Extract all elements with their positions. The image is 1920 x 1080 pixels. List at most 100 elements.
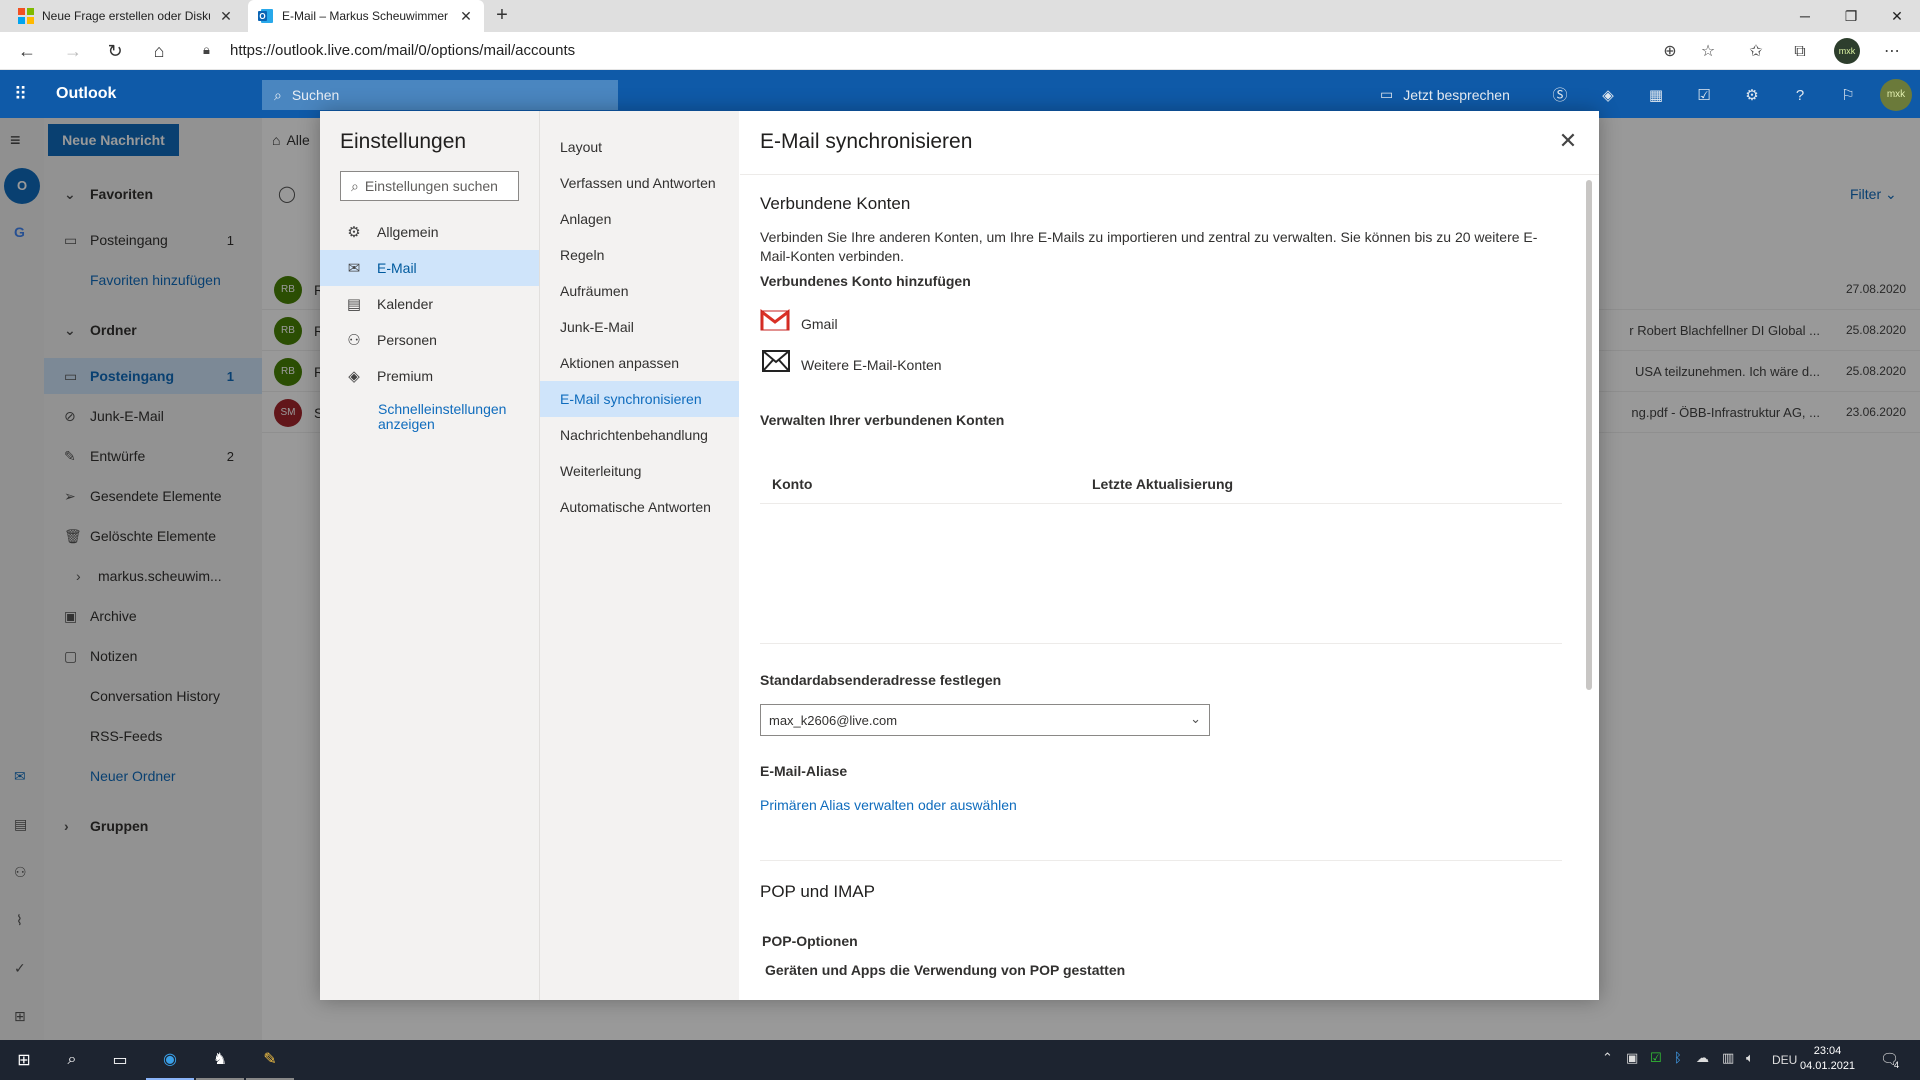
forward-icon[interactable]: → [60, 39, 86, 63]
settings-gear-icon[interactable]: ⚙ [1740, 84, 1764, 108]
browser-profile-avatar[interactable]: mxk [1834, 38, 1860, 64]
account-avatar[interactable]: mxk [1880, 79, 1912, 111]
subcategory-forwarding[interactable]: Weiterleitung [540, 453, 739, 489]
premium-diamond-icon[interactable]: ◈ [1596, 84, 1620, 108]
mail-icon: ✉ [347, 260, 361, 277]
tab-title: Neue Frage erstellen oder Disku [42, 9, 210, 23]
favorite-star-icon[interactable]: ☆ [1696, 40, 1720, 64]
edge-browser-icon[interactable]: ◉ [146, 1040, 194, 1080]
connected-accounts-heading: Verbundene Konten [760, 194, 911, 213]
skype-icon[interactable]: Ⓢ [1548, 84, 1572, 108]
tray-bluetooth-icon[interactable]: ᛒ [1674, 1050, 1682, 1065]
gear-icon: ⚙ [347, 224, 361, 241]
tray-check-icon[interactable]: ☑ [1650, 1050, 1662, 1066]
language-indicator[interactable]: DEU [1772, 1053, 1797, 1067]
microsoft-logo-icon [18, 8, 34, 24]
subcategory-rules[interactable]: Regeln [540, 237, 739, 273]
task-view-icon[interactable]: ▭ [96, 1040, 144, 1080]
default-sender-value: max_k2606@live.com [769, 712, 898, 728]
tray-network-icon[interactable]: ▥ [1722, 1050, 1734, 1066]
subcategory-attachments[interactable]: Anlagen [540, 201, 739, 237]
chevron-down-icon: ⌄ [1190, 711, 1201, 726]
gmail-icon[interactable] [760, 308, 790, 332]
windows-start-icon[interactable]: ⊞ [0, 1040, 48, 1080]
home-icon[interactable]: ⌂ [146, 39, 172, 63]
clock-time: 23:04 [1813, 1045, 1842, 1057]
close-tab-icon[interactable]: ✕ [458, 8, 474, 25]
tray-device-icon[interactable]: ▣ [1626, 1050, 1638, 1066]
url-field[interactable]: https://outlook.live.com/mail/0/options/… [230, 42, 575, 59]
meet-now-label: Jetzt besprechen [1403, 86, 1510, 103]
accounts-table-header: Konto Letzte Aktualisierung [760, 466, 1562, 504]
diamond-icon: ◈ [348, 368, 360, 385]
lock-icon[interactable]: 🔒︎ [203, 42, 210, 58]
default-sender-heading: Standardabsenderadresse festlegen [760, 672, 1002, 688]
taskbar-clock[interactable]: 23:04 04.01.2021 [1800, 1044, 1855, 1074]
tray-volume-icon[interactable]: 🔈︎ [1746, 1050, 1754, 1066]
back-icon[interactable]: ← [14, 39, 40, 63]
svg-text:O: O [259, 12, 265, 21]
default-sender-dropdown[interactable]: max_k2606@live.com ⌄ [760, 704, 1210, 736]
calendar-icon: ▤ [346, 296, 362, 313]
refresh-icon[interactable]: ↻ [102, 39, 128, 63]
pop-allow-label: Geräten und Apps die Verwendung von POP … [765, 962, 1126, 978]
subcategory-auto-replies[interactable]: Automatische Antworten [540, 489, 739, 525]
subcategory-actions[interactable]: Aktionen anpassen [540, 345, 739, 381]
category-mail[interactable]: ✉ E-Mail [320, 250, 539, 286]
close-tab-icon[interactable]: ✕ [218, 8, 234, 25]
quick-settings-link[interactable]: Schnelleinstellungen anzeigen [378, 402, 518, 432]
subcategory-junk[interactable]: Junk-E-Mail [540, 309, 739, 345]
close-icon[interactable]: ✕ [1556, 128, 1580, 154]
other-accounts-link[interactable]: Weitere E-Mail-Konten [801, 357, 942, 373]
outlook-logo-icon: O [258, 9, 273, 23]
minimize-icon[interactable]: ─ [1782, 0, 1828, 32]
office-apps-icon[interactable]: ▦ [1644, 84, 1668, 108]
taskbar-app-icon[interactable]: ♞ [196, 1040, 244, 1080]
subcategory-layout[interactable]: Layout [540, 129, 739, 165]
tray-chevron-up-icon[interactable]: ⌃ [1602, 1050, 1613, 1066]
subcategory-message-handling[interactable]: Nachrichtenbehandlung [540, 417, 739, 453]
taskbar-search-icon[interactable]: ⌕ [48, 1040, 96, 1080]
app-launcher-icon[interactable]: ⠿ [14, 84, 27, 105]
restore-icon[interactable]: ❐ [1828, 0, 1874, 32]
connected-accounts-description: Verbinden Sie Ihre anderen Konten, um Ih… [760, 229, 1538, 264]
column-account: Konto [772, 476, 813, 492]
pane-scrollbar[interactable] [1586, 180, 1592, 690]
outlook-brand[interactable]: Outlook [56, 85, 116, 103]
favorites-list-icon[interactable]: ✩ [1744, 40, 1768, 64]
subcategory-sweep[interactable]: Aufräumen [540, 273, 739, 309]
settings-search-input[interactable]: ⌕ Einstellungen suchen [340, 171, 519, 201]
search-icon: ⌕ [351, 177, 359, 194]
category-general[interactable]: ⚙ Allgemein [320, 214, 539, 250]
new-tab-icon[interactable]: + [490, 4, 514, 28]
settings-title: Einstellungen [340, 130, 467, 153]
feedback-icon[interactable]: ⚐ [1836, 84, 1860, 108]
divider [760, 860, 1562, 861]
pop-options-heading: POP-Optionen [762, 933, 858, 949]
more-menu-icon[interactable]: ⋯ [1880, 40, 1904, 64]
pane-title: E-Mail synchronisieren [760, 130, 973, 153]
add-app-icon[interactable]: ⊕ [1658, 40, 1682, 64]
people-icon: ⚇ [347, 332, 361, 349]
manage-alias-link[interactable]: Primären Alias verwalten oder auswählen [760, 797, 1017, 813]
mail-search-input[interactable]: ⌕ Suchen [262, 80, 618, 110]
category-calendar[interactable]: ▤ Kalender [320, 286, 539, 322]
window-close-icon[interactable]: ✕ [1874, 0, 1920, 32]
pop-imap-heading: POP und IMAP [760, 882, 875, 901]
email-aliases-heading: E-Mail-Aliase [760, 763, 848, 779]
gmail-link[interactable]: Gmail [801, 316, 838, 332]
envelope-icon[interactable] [762, 350, 790, 372]
tray-cloud-icon[interactable]: ☁ [1696, 1050, 1709, 1066]
meet-now-button[interactable]: ▭ Jetzt besprechen [1380, 86, 1510, 103]
collections-icon[interactable]: ⧉ [1788, 40, 1812, 64]
browser-tab-1[interactable]: Neue Frage erstellen oder Disku ✕ [8, 0, 244, 32]
help-icon[interactable]: ? [1788, 84, 1812, 108]
category-premium[interactable]: ◈ Premium [320, 358, 539, 394]
subcategory-sync-email[interactable]: E-Mail synchronisieren [540, 381, 739, 417]
category-people[interactable]: ⚇ Personen [320, 322, 539, 358]
video-icon: ▭ [1380, 86, 1394, 102]
browser-tab-2[interactable]: O E-Mail – Markus Scheuwimmer – ✕ [248, 0, 484, 32]
subcategory-compose[interactable]: Verfassen und Antworten [540, 165, 739, 201]
my-day-icon[interactable]: ☑ [1692, 84, 1716, 108]
taskbar-app-2-icon[interactable]: ✎ [246, 1040, 294, 1080]
